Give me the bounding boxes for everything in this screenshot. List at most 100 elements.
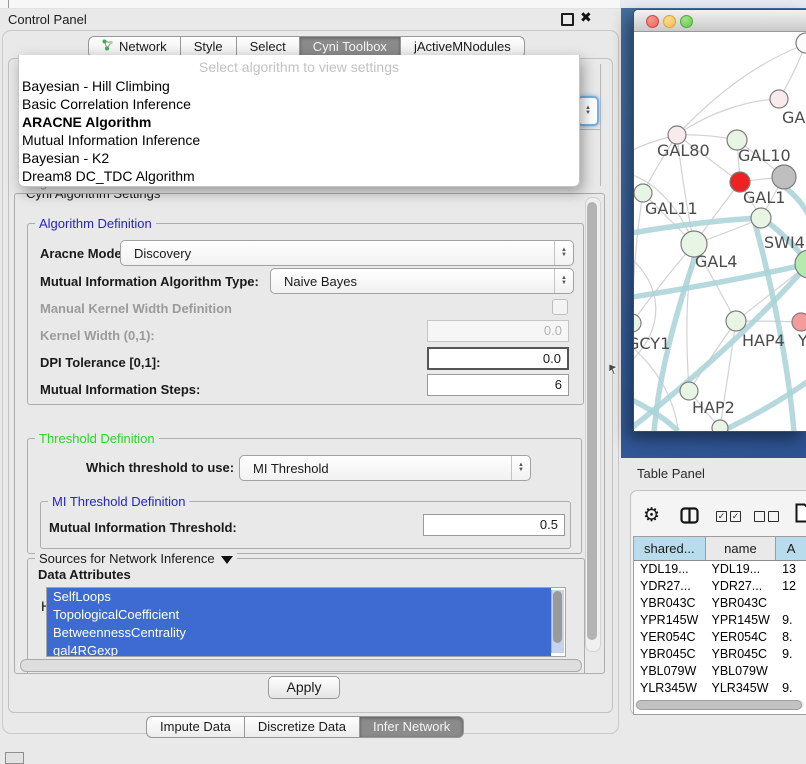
- table-cell: 13: [776, 561, 806, 578]
- table-cell: YBR045C: [706, 646, 777, 663]
- network-node-hap4[interactable]: [726, 311, 746, 331]
- bottom-tab-discretize-data[interactable]: Discretize Data: [245, 716, 360, 738]
- table-cell: [776, 595, 806, 612]
- table-cell: 9.: [776, 612, 806, 629]
- table-row[interactable]: YER054CYER054C8.: [634, 629, 806, 646]
- settings-horizontal-scrollbar[interactable]: [18, 659, 584, 671]
- data-attributes-list[interactable]: SelfLoopsTopologicalCoefficientBetweenne…: [46, 587, 566, 657]
- table-horizontal-scrollbar[interactable]: [635, 700, 804, 709]
- algorithm-option-mutual-information-inference[interactable]: Mutual Information Inference: [19, 131, 579, 149]
- hidden-panel-border-fragment: [600, 64, 601, 186]
- bottom-tab-label: Discretize Data: [258, 716, 346, 738]
- table-row[interactable]: YDR27...YDR27...12: [634, 578, 806, 595]
- close-traffic-icon[interactable]: [646, 15, 659, 28]
- network-node-y[interactable]: [792, 313, 806, 331]
- close-icon[interactable]: ✖: [580, 9, 592, 26]
- which-threshold-value: MI Threshold: [240, 461, 511, 476]
- hidden-combo-stepper-icon[interactable]: ▲▼: [577, 96, 599, 126]
- network-node-gal[interactable]: [770, 90, 788, 108]
- network-node[interactable]: [796, 33, 806, 53]
- algorithm-option-dream8-dc-tdc-algorithm[interactable]: Dream8 DC_TDC Algorithm: [19, 167, 579, 185]
- network-edge: [634, 193, 643, 323]
- column-header-shared-[interactable]: shared...: [634, 537, 706, 560]
- table-cell: [776, 663, 806, 680]
- which-threshold-label: Which threshold to use:: [86, 460, 234, 475]
- table-cell: 12: [776, 578, 806, 595]
- which-threshold-combo[interactable]: MI Threshold ▲▼: [239, 455, 531, 481]
- kernel-width-field[interactable]: 0.0: [427, 320, 569, 342]
- dpi-tolerance-field[interactable]: 0.0: [427, 347, 569, 370]
- attr-list-scrollbar[interactable]: [551, 590, 564, 653]
- mi-threshold-field[interactable]: 0.5: [423, 514, 565, 536]
- minimize-traffic-icon[interactable]: [663, 15, 676, 28]
- mi-steps-field[interactable]: 6: [427, 374, 569, 396]
- float-icon[interactable]: [561, 13, 574, 26]
- manual-kernel-checkbox[interactable]: [552, 299, 568, 315]
- node-table[interactable]: shared...nameA YDL19...YDL19...13YDR27..…: [633, 536, 806, 715]
- attr-item-gal4rgexp[interactable]: gal4RGexp: [47, 642, 551, 657]
- bottom-tabs: Impute Data Discretize Data Infer Network: [146, 716, 464, 738]
- network-view-window[interactable]: GALGAL80GAL10GAL1GAL11GAL4SWI4GCY1HAP4YH…: [633, 9, 806, 432]
- table-cell: YER054C: [706, 629, 777, 646]
- expanded-arrow-icon: [221, 556, 233, 564]
- unchecked-boxes-icon[interactable]: [754, 511, 779, 522]
- table-cell: 9.: [776, 646, 806, 663]
- attr-item-topologicalcoefficient[interactable]: TopologicalCoefficient: [47, 606, 551, 624]
- zoom-traffic-icon[interactable]: [680, 15, 693, 28]
- table-cell: YBR045C: [634, 646, 706, 663]
- minimized-panel-icon[interactable]: [5, 752, 24, 764]
- columns-icon[interactable]: [680, 507, 700, 524]
- threshold-definition-title: Threshold Definition: [35, 431, 159, 446]
- document-icon[interactable]: [795, 503, 806, 523]
- table-cell: YDL19...: [634, 561, 706, 578]
- table-cell: YBL079W: [706, 663, 777, 680]
- network-node-gcy1[interactable]: [634, 314, 641, 332]
- algorithm-option-aracne-algorithm[interactable]: ARACNE Algorithm: [19, 113, 579, 131]
- algorithm-definition-title: Algorithm Definition: [35, 216, 156, 231]
- bottom-tab-impute-data[interactable]: Impute Data: [146, 716, 245, 738]
- table-cell: YBL079W: [634, 663, 706, 680]
- network-node-label: GAL: [782, 108, 806, 127]
- network-edge: [755, 223, 794, 431]
- table-header-row: shared...nameA: [634, 537, 806, 561]
- bottom-tab-infer-network[interactable]: Infer Network: [360, 716, 464, 738]
- data-attributes-label: Data Attributes: [38, 567, 131, 582]
- sources-group: Sources for Network Inference Data Attri…: [27, 558, 585, 674]
- table-row[interactable]: YBR043CYBR043C: [634, 595, 806, 612]
- top-edge-strip: [0, 0, 620, 9]
- network-node[interactable]: [712, 420, 728, 431]
- column-header-a[interactable]: A: [776, 537, 806, 560]
- checked-boxes-icon[interactable]: ✓✓: [716, 511, 741, 522]
- algorithm-option-basic-correlation-inference[interactable]: Basic Correlation Inference: [19, 95, 579, 113]
- aracne-mode-combo[interactable]: Discovery ▲▼: [120, 240, 574, 266]
- column-header-name[interactable]: name: [706, 537, 777, 560]
- table-row[interactable]: YDL19...YDL19...13: [634, 561, 806, 578]
- network-node-label: GAL80: [657, 141, 710, 160]
- network-node[interactable]: [751, 208, 771, 228]
- table-row[interactable]: YPR145WYPR145W9.: [634, 612, 806, 629]
- network-node[interactable]: [772, 165, 796, 189]
- table-cell: YDR27...: [634, 578, 706, 595]
- settings-vertical-scrollbar[interactable]: [585, 197, 601, 652]
- mi-type-label: Mutual Information Algorithm Type:: [40, 274, 259, 289]
- table-row[interactable]: YLR345WYLR345W9.: [634, 680, 806, 697]
- gear-icon[interactable]: ⚙: [643, 504, 660, 526]
- attr-item-betweennesscentrality[interactable]: BetweennessCentrality: [47, 624, 551, 642]
- apply-button[interactable]: Apply: [268, 676, 340, 699]
- algorithm-option-bayesian-k2[interactable]: Bayesian - K2: [19, 149, 579, 167]
- network-edge: [786, 188, 806, 218]
- desktop-top-strip: [621, 0, 806, 8]
- table-row[interactable]: YBL079WYBL079W: [634, 663, 806, 680]
- network-window-titlebar[interactable]: [634, 10, 806, 32]
- network-node-label: SWI4: [764, 233, 805, 252]
- network-graph-canvas[interactable]: GALGAL80GAL10GAL1GAL11GAL4SWI4GCY1HAP4YH…: [634, 32, 806, 431]
- table-row[interactable]: YBR045CYBR045C9.: [634, 646, 806, 663]
- cyni-algorithm-settings-group: Cyni Algorithm Settings Algorithm Defini…: [14, 193, 605, 674]
- dpi-tolerance-label: DPI Tolerance [0,1]:: [40, 355, 160, 370]
- algorithm-option-bayesian-hill-climbing[interactable]: Bayesian - Hill Climbing: [19, 77, 579, 95]
- mi-type-combo[interactable]: Naive Bayes ▲▼: [270, 268, 574, 294]
- table-cell: YLR345W: [634, 680, 706, 697]
- attr-item-selfloops[interactable]: SelfLoops: [47, 588, 551, 606]
- network-edge: [689, 321, 736, 391]
- network-edge: [677, 99, 779, 135]
